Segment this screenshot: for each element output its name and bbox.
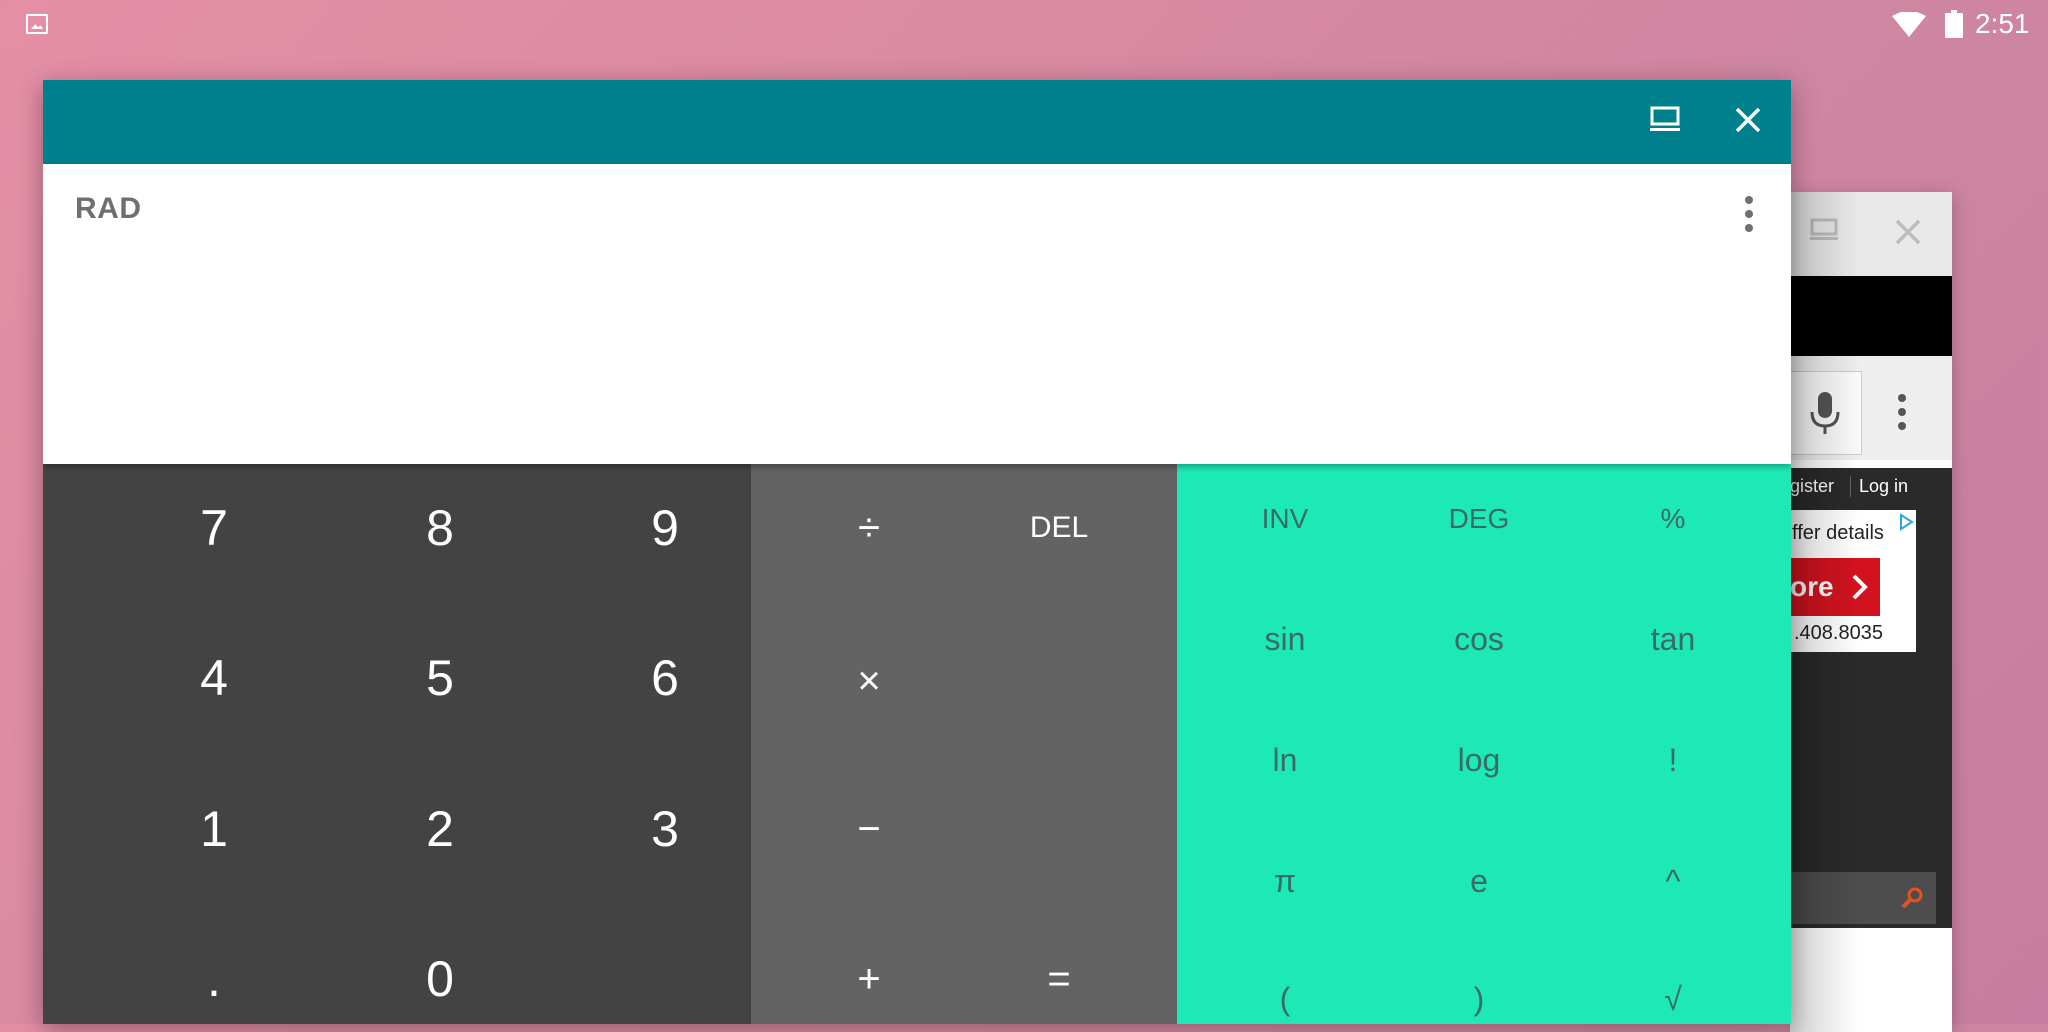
digit-3-button[interactable]: 3 <box>565 769 765 889</box>
minus-button[interactable]: − <box>789 769 949 889</box>
open-paren-button[interactable]: ( <box>1195 944 1375 1024</box>
decimal-point-button[interactable]: . <box>114 919 314 1024</box>
status-bar: 2:51 <box>0 0 2048 48</box>
sin-button[interactable]: sin <box>1195 584 1375 694</box>
advertisement[interactable]: ffer details ore .408.8035 <box>1790 510 1916 652</box>
browser-header-bar <box>1790 276 1952 356</box>
register-link[interactable]: gister <box>1790 476 1834 497</box>
adchoices-icon[interactable] <box>1896 512 1916 532</box>
digit-8-button[interactable]: 8 <box>340 468 540 588</box>
euler-button[interactable]: e <box>1389 826 1569 936</box>
voice-search-button[interactable] <box>1790 371 1862 455</box>
battery-icon <box>1945 10 1963 38</box>
digit-2-button[interactable]: 2 <box>340 769 540 889</box>
digit-0-button[interactable]: 0 <box>340 919 540 1024</box>
chevron-right-icon <box>1852 574 1868 600</box>
status-time: 2:51 <box>1975 8 2030 39</box>
background-browser-window[interactable]: gister Log in ffer details ore .408.8035 <box>1790 192 1952 1032</box>
close-icon[interactable] <box>1894 218 1922 246</box>
search-icon[interactable] <box>1900 886 1924 910</box>
overflow-menu-icon[interactable] <box>1896 392 1908 432</box>
digit-4-button[interactable]: 4 <box>114 618 314 738</box>
background-window-titlebar[interactable] <box>1790 192 1952 276</box>
factorial-button[interactable]: ! <box>1583 705 1763 815</box>
equals-button[interactable]: = <box>979 919 1139 1024</box>
gallery-notification-icon <box>26 14 48 34</box>
ln-button[interactable]: ln <box>1195 705 1375 815</box>
angle-mode-indicator: RAD <box>75 192 142 225</box>
multiply-button[interactable]: × <box>789 621 949 741</box>
operator-pad: ÷ DEL × − + = <box>751 464 1177 1024</box>
close-paren-button[interactable]: ) <box>1389 944 1569 1024</box>
advanced-functions-pad: INV DEG % sin cos tan ln log ! π e ^ ( )… <box>1177 464 1791 1024</box>
delete-button[interactable]: DEL <box>979 468 1139 588</box>
pi-button[interactable]: π <box>1195 826 1375 936</box>
microphone-icon <box>1810 392 1840 434</box>
plus-button[interactable]: + <box>789 919 949 1024</box>
tan-button[interactable]: tan <box>1583 584 1763 694</box>
wifi-icon <box>1892 12 1926 37</box>
maximize-icon[interactable] <box>1650 106 1680 134</box>
cos-button[interactable]: cos <box>1389 584 1569 694</box>
ad-phone-text: .408.8035 <box>1794 622 1883 644</box>
percent-button[interactable]: % <box>1583 464 1763 574</box>
power-button[interactable]: ^ <box>1583 826 1763 936</box>
close-icon[interactable] <box>1734 106 1762 134</box>
calculator-window[interactable]: RAD 7 8 9 4 5 6 1 2 3 . 0 ÷ DEL × − + = … <box>43 80 1791 1024</box>
ad-offer-text: ffer details <box>1792 522 1884 544</box>
digit-6-button[interactable]: 6 <box>565 618 765 738</box>
digit-7-button[interactable]: 7 <box>114 468 314 588</box>
site-search-field[interactable] <box>1790 872 1936 924</box>
log-button[interactable]: log <box>1389 705 1569 815</box>
digit-1-button[interactable]: 1 <box>114 769 314 889</box>
inverse-button[interactable]: INV <box>1195 464 1375 574</box>
calculator-display: RAD <box>43 164 1791 464</box>
divide-button[interactable]: ÷ <box>789 468 949 588</box>
calculator-titlebar[interactable] <box>43 80 1791 164</box>
ad-cta-button[interactable]: ore <box>1790 558 1880 616</box>
degree-mode-button[interactable]: DEG <box>1389 464 1569 574</box>
digit-9-button[interactable]: 9 <box>565 468 765 588</box>
overflow-menu-icon[interactable] <box>1743 194 1755 234</box>
digit-5-button[interactable]: 5 <box>340 618 540 738</box>
login-link[interactable]: Log in <box>1850 476 1908 497</box>
square-root-button[interactable]: √ <box>1583 944 1763 1024</box>
ad-cta-label: ore <box>1790 571 1834 602</box>
maximize-icon[interactable] <box>1810 218 1838 242</box>
numeric-pad: 7 8 9 4 5 6 1 2 3 . 0 <box>43 464 751 1024</box>
